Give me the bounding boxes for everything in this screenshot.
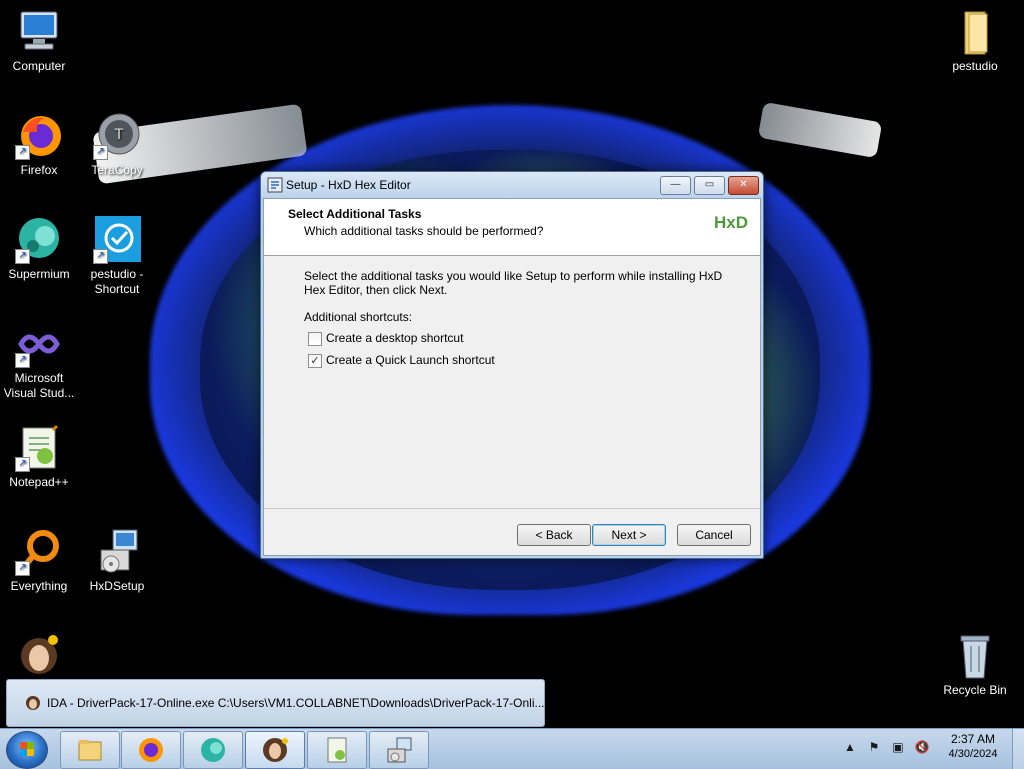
teracopy-icon: T ↗ bbox=[93, 112, 141, 160]
pestudio-icon: ↗ bbox=[93, 216, 141, 264]
taskbar-item-firefox[interactable] bbox=[121, 731, 181, 769]
setup-app-icon bbox=[267, 177, 283, 193]
desktop-icon-label: Computer bbox=[12, 59, 66, 73]
taskbar-item-hxd-setup[interactable] bbox=[369, 731, 429, 769]
button-area-divider bbox=[264, 508, 760, 509]
desktop-icon-label: Microsoft Visual Stud... bbox=[3, 371, 75, 400]
taskbar-item-ida[interactable] bbox=[245, 731, 305, 769]
maximize-button[interactable]: ▭ bbox=[694, 176, 725, 195]
desktop-icon-computer[interactable]: Computer bbox=[0, 8, 78, 74]
firefox-icon: ↗ bbox=[15, 112, 63, 160]
desktop-icon-label: pestudio - Shortcut bbox=[90, 267, 144, 296]
minimize-button[interactable]: — bbox=[660, 176, 691, 195]
show-hidden-icons-chevron-icon[interactable]: ▲ bbox=[842, 739, 858, 755]
desktop-icon-hxdsetup[interactable]: HxDSetup bbox=[78, 528, 156, 594]
desktop-icon-label: Firefox bbox=[20, 163, 58, 177]
quick-launch-label[interactable]: Create a Quick Launch shortcut bbox=[326, 353, 495, 367]
shortcut-arrow-icon: ↗ bbox=[15, 353, 30, 368]
quick-launch-checkbox[interactable]: ✓ bbox=[308, 354, 322, 368]
shortcut-arrow-icon: ↗ bbox=[93, 145, 108, 160]
wizard-instructions: Select the additional tasks you would li… bbox=[304, 269, 723, 297]
desktop-icon-visual-studio[interactable]: ↗ Microsoft Visual Stud... bbox=[0, 320, 78, 401]
desktop-icon-label: Recycle Bin bbox=[943, 683, 1007, 697]
everything-icon: ↗ bbox=[15, 528, 63, 576]
thumbnail-window-title: IDA - DriverPack-17-Online.exe C:\Users\… bbox=[47, 696, 545, 710]
close-button[interactable]: ✕ bbox=[728, 176, 759, 195]
desktop-shortcut-checkbox[interactable] bbox=[308, 332, 322, 346]
computer-icon bbox=[15, 8, 63, 56]
notepadpp-icon bbox=[323, 736, 351, 764]
desktop-icon-notepadpp[interactable]: ↗ Notepad++ bbox=[0, 424, 78, 490]
desktop-icon-pestudio-shortcut[interactable]: ↗ pestudio - Shortcut bbox=[78, 216, 156, 297]
desktop-icon-label: Notepad++ bbox=[9, 475, 69, 489]
taskbar-item-notepadpp[interactable] bbox=[307, 731, 367, 769]
desktop-icon-teracopy[interactable]: T ↗ TeraCopy bbox=[78, 112, 156, 178]
firefox-icon bbox=[137, 736, 165, 764]
wallpaper-beam-right bbox=[757, 101, 883, 159]
shortcut-arrow-icon: ↗ bbox=[15, 561, 30, 576]
shortcut-arrow-icon: ↗ bbox=[15, 457, 30, 472]
desktop-icon-label: Everything bbox=[10, 579, 68, 593]
volume-muted-icon[interactable]: 🔇 bbox=[914, 739, 930, 755]
desktop-icon-firefox[interactable]: ↗ Firefox bbox=[0, 112, 78, 178]
desktop-icon-label: pestudio bbox=[952, 59, 998, 73]
wizard-page-subtitle: Which additional tasks should be perform… bbox=[304, 224, 544, 238]
additional-shortcuts-label: Additional shortcuts: bbox=[304, 310, 413, 324]
desktop-icon-label: HxDSetup bbox=[89, 579, 145, 593]
supermium-icon bbox=[199, 736, 227, 764]
desktop-icon-label: TeraCopy bbox=[91, 163, 143, 177]
ida-icon bbox=[261, 736, 289, 764]
supermium-icon: ↗ bbox=[15, 216, 63, 264]
setup-dialog: Setup - HxD Hex Editor — ▭ ✕ Select Addi… bbox=[260, 171, 764, 559]
wizard-header: Select Additional Tasks Which additional… bbox=[264, 199, 760, 256]
next-button[interactable]: Next > bbox=[592, 524, 666, 546]
dialog-client-area: Select Additional Tasks Which additional… bbox=[263, 198, 761, 556]
shortcut-arrow-icon: ↗ bbox=[15, 145, 30, 160]
desktop-icon-everything[interactable]: ↗ Everything bbox=[0, 528, 78, 594]
desktop-icon-ida[interactable] bbox=[0, 632, 78, 683]
desktop-icon-recycle-bin[interactable]: Recycle Bin bbox=[936, 632, 1014, 698]
taskbar-item-supermium[interactable] bbox=[183, 731, 243, 769]
back-button[interactable]: < Back bbox=[517, 524, 591, 546]
action-center-flag-icon[interactable]: ⚑ bbox=[866, 739, 882, 755]
shortcut-arrow-icon: ↗ bbox=[15, 249, 30, 264]
desktop-icon-label: Supermium bbox=[8, 267, 70, 281]
ida-icon bbox=[15, 632, 63, 680]
desktop-icon-pestudio-folder[interactable]: pestudio bbox=[936, 8, 1014, 74]
taskbar: ▲ ⚑ ▣ 🔇 bbox=[0, 728, 1024, 769]
folder-icon bbox=[951, 8, 999, 56]
hxd-logo-text: HxD bbox=[714, 213, 749, 232]
hxd-logo-icon: HxD bbox=[714, 213, 748, 237]
dialog-titlebar[interactable]: Setup - HxD Hex Editor — ▭ ✕ bbox=[261, 172, 763, 198]
visual-studio-icon: ↗ bbox=[15, 320, 63, 368]
recycle-bin-icon bbox=[951, 632, 999, 680]
start-button[interactable] bbox=[6, 731, 48, 769]
ida-icon bbox=[25, 695, 41, 711]
notepadpp-icon: ↗ bbox=[15, 424, 63, 472]
wizard-page-title: Select Additional Tasks bbox=[288, 207, 422, 221]
dialog-title: Setup - HxD Hex Editor bbox=[286, 178, 411, 192]
taskbar-item-explorer[interactable] bbox=[60, 731, 120, 769]
clock-date[interactable]: 4/30/2024 bbox=[940, 748, 1006, 760]
desktop-shortcut-label[interactable]: Create a desktop shortcut bbox=[326, 331, 463, 345]
svg-text:T: T bbox=[114, 127, 124, 143]
installer-icon bbox=[93, 528, 141, 576]
taskbar-thumbnail-preview[interactable]: IDA - DriverPack-17-Online.exe C:\Users\… bbox=[6, 679, 545, 727]
shortcut-arrow-icon: ↗ bbox=[93, 249, 108, 264]
desktop-icon-supermium[interactable]: ↗ Supermium bbox=[0, 216, 78, 282]
installer-icon bbox=[385, 736, 413, 764]
windows-logo-icon-lower bbox=[20, 749, 34, 756]
explorer-icon bbox=[76, 736, 104, 764]
network-icon[interactable]: ▣ bbox=[890, 739, 906, 755]
clock-time[interactable]: 2:37 AM bbox=[944, 732, 1002, 746]
show-desktop-button[interactable] bbox=[1012, 729, 1024, 769]
cancel-button[interactable]: Cancel bbox=[677, 524, 751, 546]
